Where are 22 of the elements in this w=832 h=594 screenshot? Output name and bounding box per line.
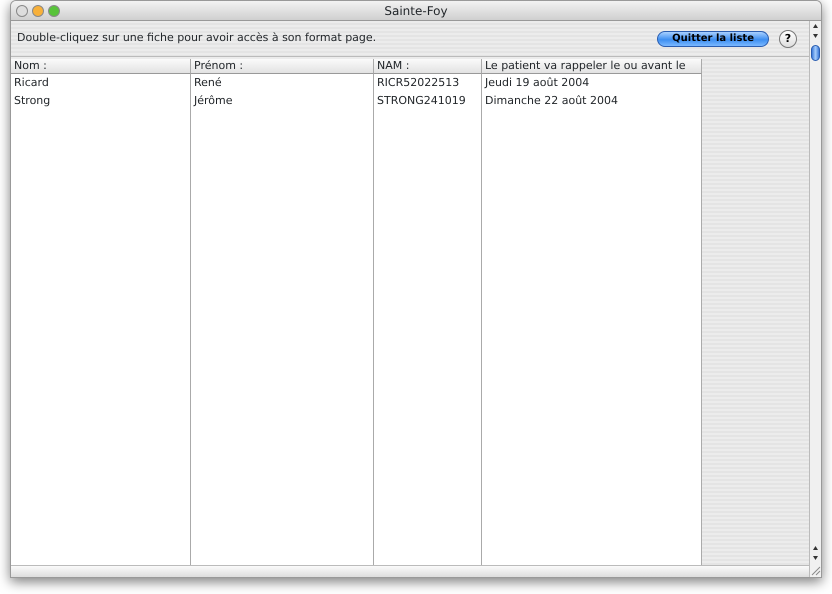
horizontal-scrollbar[interactable]	[11, 565, 809, 577]
column-header[interactable]: NAM :	[374, 59, 482, 74]
column-header[interactable]: Le patient va rappeler le ou avant le	[482, 59, 702, 74]
column-header[interactable]: Prénom :	[191, 59, 374, 74]
help-button[interactable]: ?	[779, 30, 797, 48]
instruction-text: Double-cliquez sur une fiche pour avoir accès à son format page.	[17, 30, 376, 46]
minimize-button[interactable]	[32, 4, 44, 16]
table-cell: Ricard	[11, 74, 191, 92]
table-cell: Jérôme	[191, 92, 374, 110]
table-cell: Jeudi 19 août 2004	[482, 74, 702, 92]
table-cell: RICR52022513	[374, 74, 482, 92]
table-cell: STRONG241019	[374, 92, 482, 110]
table-cell: Strong	[11, 92, 191, 110]
scroll-thumb[interactable]	[811, 45, 820, 61]
window-title: Sainte-Foy	[384, 4, 448, 18]
table-cell: René	[191, 74, 374, 92]
zoom-button[interactable]	[48, 4, 60, 16]
column-header[interactable]: Nom :	[11, 59, 191, 74]
table-cell: Dimanche 22 août 2004	[482, 92, 702, 110]
close-button[interactable]	[16, 4, 28, 16]
vertical-scrollbar[interactable]	[809, 21, 821, 577]
quit-list-button[interactable]: Quitter la liste	[657, 30, 769, 46]
